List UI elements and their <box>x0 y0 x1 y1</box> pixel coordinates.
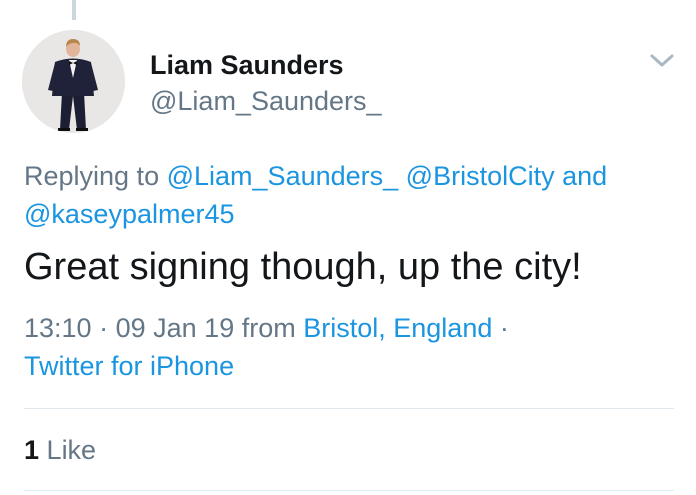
chevron-down-icon[interactable] <box>648 50 676 70</box>
mention-link[interactable]: @Liam_Saunders_ <box>167 161 399 191</box>
mention-link[interactable]: @kaseypalmer45 <box>24 199 235 229</box>
tweet-meta: 13:10 · 09 Jan 19 from Bristol, England … <box>24 309 674 385</box>
reply-context: Replying to @Liam_Saunders_ @BristolCity… <box>24 157 674 233</box>
reply-thread-line <box>72 0 76 20</box>
author-handle[interactable]: @Liam_Saunders_ <box>150 86 382 117</box>
location-link[interactable]: Bristol, England <box>303 313 492 343</box>
avatar[interactable] <box>22 30 125 133</box>
source-link[interactable]: Twitter for iPhone <box>24 351 234 381</box>
like-count: 1 <box>24 435 40 465</box>
reply-conjunction[interactable]: and <box>562 161 607 191</box>
author-display-name[interactable]: Liam Saunders <box>150 50 344 81</box>
mention-link[interactable]: @BristolCity <box>406 161 555 191</box>
divider <box>24 408 674 409</box>
avatar-image <box>22 30 125 133</box>
like-label: Like <box>46 435 97 465</box>
meta-separator: · <box>99 313 109 343</box>
tweet-time[interactable]: 13:10 <box>24 313 92 343</box>
tweet-text: Great signing though, up the city! <box>24 246 582 288</box>
meta-separator: · <box>499 313 509 343</box>
tweet-date[interactable]: 09 Jan 19 <box>116 313 235 343</box>
from-label: from <box>241 313 296 343</box>
reply-prefix: Replying to <box>24 161 160 191</box>
likes-summary[interactable]: 1 Like <box>24 435 96 466</box>
divider <box>24 490 674 491</box>
